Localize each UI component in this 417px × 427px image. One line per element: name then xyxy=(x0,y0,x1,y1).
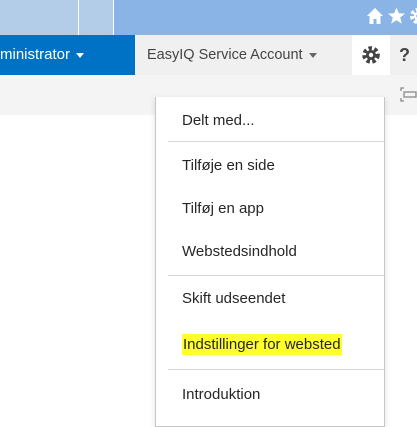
menu-item-label: Indstillinger for websted xyxy=(182,334,342,355)
menu-item-change-look[interactable]: Skift udseendet xyxy=(156,279,384,319)
caret-down-icon xyxy=(308,52,317,58)
suite-bar: ministrator EasyIQ Service Account ? xyxy=(0,35,417,75)
menu-item-site-contents[interactable]: Webstedsindhold xyxy=(156,232,384,272)
home-icon[interactable] xyxy=(366,7,384,25)
caret-down-icon xyxy=(76,52,85,58)
menu-item-shared-with[interactable]: Delt med... xyxy=(156,101,384,141)
browser-tab[interactable] xyxy=(0,0,79,35)
focus-content-icon[interactable] xyxy=(400,87,417,102)
menu-item-add-page[interactable]: Tilføje en side xyxy=(156,146,384,186)
menu-divider xyxy=(168,141,384,142)
menu-item-site-settings[interactable]: Indstillinger for websted xyxy=(156,325,384,365)
menu-item-add-app[interactable]: Tilføj en app xyxy=(156,189,384,229)
account-menu-button[interactable]: EasyIQ Service Account xyxy=(147,35,317,75)
user-menu-label: ministrator xyxy=(0,46,71,63)
browser-tab[interactable] xyxy=(79,0,114,35)
menu-item-label: Introduktion xyxy=(182,386,261,403)
settings-dropdown-menu: Delt med... Tilføje en side Tilføj en ap… xyxy=(155,97,385,427)
menu-item-label: Skift udseendet xyxy=(182,290,286,307)
menu-divider xyxy=(168,369,384,370)
menu-divider xyxy=(168,275,384,276)
account-menu-label: EasyIQ Service Account xyxy=(147,47,303,63)
help-button[interactable]: ? xyxy=(399,35,410,75)
settings-gear-button[interactable] xyxy=(352,35,390,75)
settings-icon[interactable] xyxy=(409,7,417,25)
menu-item-label: Tilføj en app xyxy=(182,200,264,217)
menu-item-label: Webstedsindhold xyxy=(182,243,297,260)
menu-item-label: Delt med... xyxy=(182,112,255,129)
star-icon[interactable] xyxy=(387,7,406,25)
browser-top-strip xyxy=(0,0,417,35)
menu-item-getting-started[interactable]: Introduktion xyxy=(156,375,384,415)
user-menu-button[interactable]: ministrator xyxy=(0,35,135,75)
gear-icon xyxy=(362,46,380,64)
menu-item-label: Tilføje en side xyxy=(182,157,275,174)
